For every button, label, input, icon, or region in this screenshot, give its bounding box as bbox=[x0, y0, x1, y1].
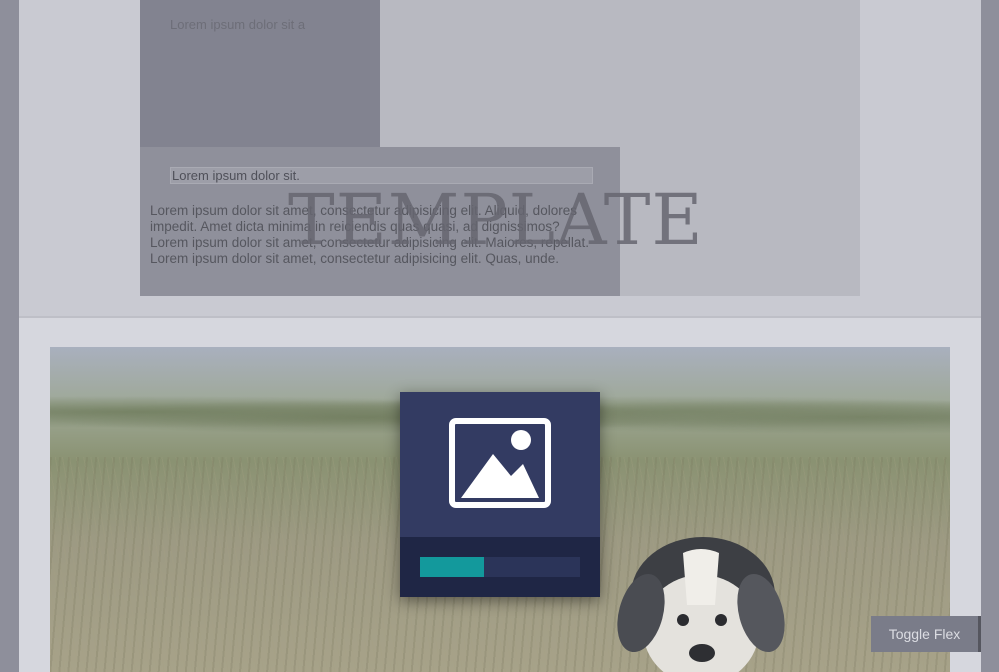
image-icon bbox=[449, 418, 551, 508]
section-divider bbox=[19, 316, 981, 318]
dark-box-text: Lorem ipsum dolor sit a bbox=[170, 17, 306, 32]
paragraph-line: impedit. Amet dicta minima in reiciendis… bbox=[150, 219, 560, 234]
progress-fill bbox=[420, 557, 484, 577]
paragraph-line: Lorem ipsum dolor sit amet, consectetur … bbox=[150, 235, 589, 250]
progress-track bbox=[420, 557, 580, 577]
toggle-flex-button[interactable]: Toggle Flex bbox=[871, 616, 981, 652]
text-box-label: Lorem ipsum dolor sit. bbox=[170, 167, 593, 184]
lorem-paragraph: Lorem ipsum dolor sit amet, consectetur … bbox=[150, 203, 620, 267]
dark-box: Lorem ipsum dolor sit a bbox=[140, 0, 380, 147]
dog-figure bbox=[617, 537, 785, 672]
text-box: Lorem ipsum dolor sit. Lorem ipsum dolor… bbox=[140, 147, 620, 296]
paragraph-line: Lorem ipsum dolor sit amet, consectetur … bbox=[150, 203, 577, 218]
loading-footer bbox=[400, 537, 600, 597]
loading-card bbox=[400, 392, 600, 597]
paragraph-line: Lorem ipsum dolor sit amet, consectetur … bbox=[150, 251, 559, 266]
top-section: Lorem ipsum dolor sit a Lorem ipsum dolo… bbox=[19, 0, 981, 316]
